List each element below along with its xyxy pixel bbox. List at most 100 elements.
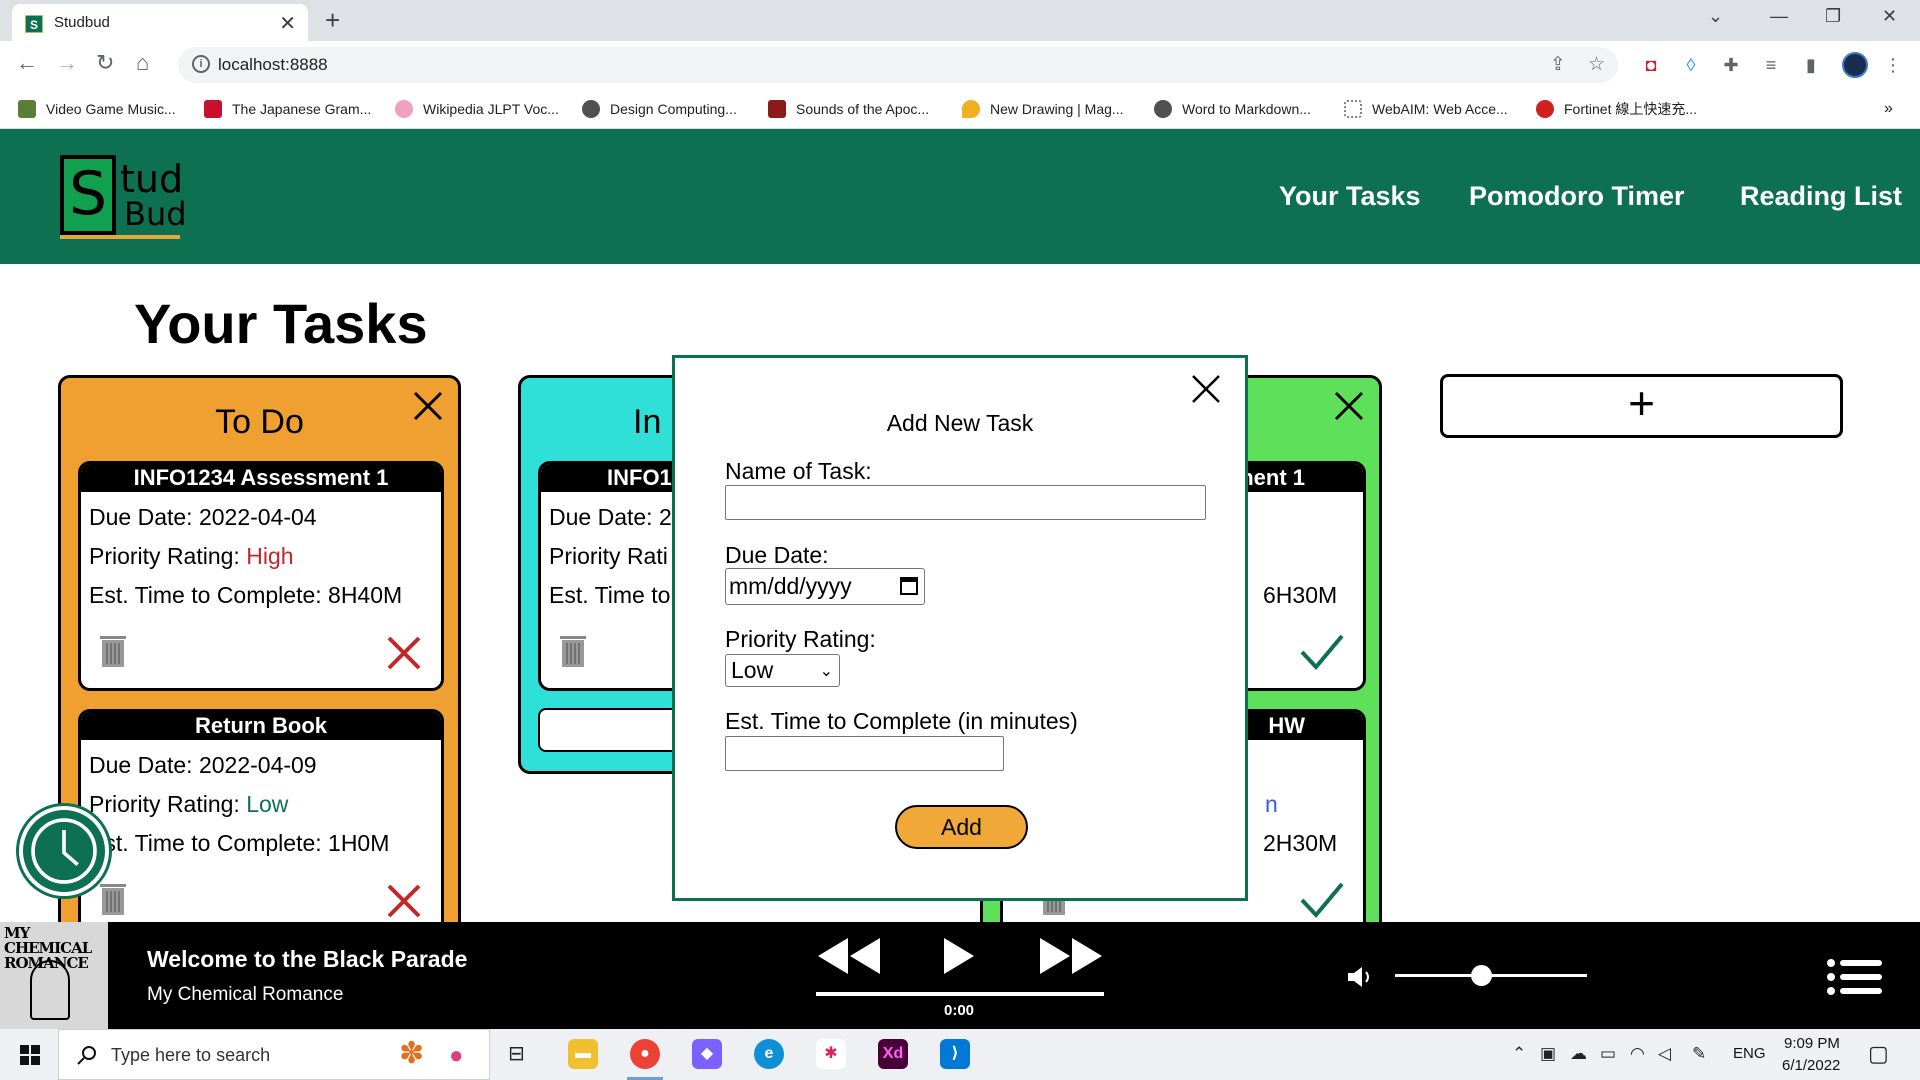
close-column-icon[interactable]	[410, 388, 446, 424]
logo-underline	[60, 235, 180, 239]
tab-close-icon[interactable]: ✕	[279, 11, 296, 36]
close-modal-icon[interactable]	[1191, 374, 1221, 404]
vscode-icon[interactable]: ⟩	[940, 1039, 970, 1069]
bookmark-item[interactable]: Design Computing...	[582, 97, 737, 121]
extensions-puzzle-icon[interactable]: ✚	[1720, 54, 1742, 76]
figma-icon[interactable]: ◆	[692, 1039, 722, 1069]
mark-incomplete-x-icon[interactable]	[385, 882, 423, 920]
clock-date[interactable]: 6/1/2022	[1782, 1057, 1840, 1074]
browser-tab[interactable]: S Studbud ✕	[12, 4, 308, 41]
bookmark-item[interactable]: Fortinet 線上快速充...	[1536, 97, 1697, 121]
chrome-icon[interactable]: ●	[630, 1039, 660, 1069]
site-info-icon[interactable]: i	[192, 55, 210, 73]
nav-reading-list[interactable]: Reading List	[1740, 181, 1902, 212]
nav-your-tasks[interactable]: Your Tasks	[1279, 181, 1421, 212]
song-title: Welcome to the Black Parade	[147, 946, 468, 972]
speaker-icon[interactable]: ◁	[1658, 1044, 1671, 1064]
progress-bar[interactable]	[816, 992, 1104, 996]
mark-incomplete-x-icon[interactable]	[385, 634, 423, 672]
share-icon[interactable]: ⇪	[1550, 53, 1566, 76]
column-title: To Do	[215, 403, 304, 441]
time-line: Est. Time to	[549, 582, 671, 608]
bookmark-star-icon[interactable]: ☆	[1588, 53, 1605, 76]
slack-icon[interactable]: ✱	[816, 1039, 846, 1069]
studbud-favicon-icon: S	[25, 15, 43, 33]
home-icon[interactable]: ⌂	[136, 50, 149, 76]
onedrive-cloud-icon[interactable]: ☁	[1570, 1044, 1587, 1064]
edge-icon[interactable]: e	[754, 1039, 784, 1069]
forward-icon[interactable]: →	[56, 50, 78, 76]
calendar-icon[interactable]	[900, 577, 918, 595]
file-explorer-icon[interactable]: ▬	[568, 1039, 598, 1069]
playlist-icon[interactable]	[1826, 958, 1882, 996]
windows-start-icon[interactable]	[20, 1045, 40, 1065]
close-column-icon[interactable]	[1331, 388, 1367, 424]
add-column-button[interactable]: +	[1440, 374, 1843, 438]
more-bookmarks-icon[interactable]: »	[1884, 97, 1893, 121]
est-time-input[interactable]	[725, 736, 1004, 771]
pen-icon[interactable]: ✎	[1692, 1044, 1706, 1064]
artist-name: My Chemical Romance	[147, 984, 344, 1005]
notifications-icon[interactable]: ▢	[1868, 1041, 1889, 1067]
browser-menu-icon[interactable]: ⋮	[1882, 54, 1904, 76]
trash-icon[interactable]	[559, 634, 587, 668]
side-panel-icon[interactable]: ▮	[1800, 54, 1822, 76]
due-date-input[interactable]: mm/dd/yyyy	[725, 568, 925, 605]
adobe-xd-icon[interactable]: Xd	[878, 1039, 908, 1069]
bookmark-item[interactable]: Sounds of the Apoc...	[768, 97, 929, 121]
bookmark-item[interactable]: WebAIM: Web Acce...	[1344, 97, 1508, 121]
nav-pomodoro-timer[interactable]: Pomodoro Timer	[1469, 181, 1685, 212]
mark-complete-check-icon[interactable]	[1299, 632, 1345, 672]
profile-avatar[interactable]	[1842, 52, 1868, 78]
wifi-icon[interactable]: ◠	[1630, 1044, 1645, 1064]
task-name-input[interactable]	[725, 485, 1206, 520]
new-tab-icon[interactable]: +	[325, 5, 340, 36]
minimize-icon[interactable]: —	[1770, 6, 1788, 27]
play-icon[interactable]	[944, 938, 974, 974]
globe-icon	[582, 100, 600, 118]
priority-select[interactable]: Low ⌄	[725, 654, 840, 687]
add-task-button[interactable]: Add	[895, 805, 1028, 849]
bookmark-item[interactable]: Video Game Music...	[18, 97, 176, 121]
modal-title: Add New Task	[886, 410, 1034, 436]
task-card[interactable]: INFO1234 Assessment 1 Due Date: 2022-04-…	[78, 461, 444, 691]
media-control-icon[interactable]: ≡	[1760, 54, 1782, 76]
trash-icon[interactable]	[99, 882, 127, 916]
browser-tab-bar: S Studbud ✕ + ⌄ — ❐ ✕	[0, 0, 1920, 41]
album-cover: MY CHEMICAL ROMANCE	[0, 922, 108, 1029]
battery-icon[interactable]: ▭	[1600, 1044, 1616, 1064]
restore-icon[interactable]: ❐	[1825, 6, 1841, 27]
show-hidden-icons-icon[interactable]: ⌃	[1512, 1044, 1526, 1064]
extension-tool-icon[interactable]: ◊	[1680, 54, 1702, 76]
extension-shield-icon[interactable]: ◘	[1640, 54, 1662, 76]
volume-icon[interactable]	[1346, 965, 1374, 989]
back-icon[interactable]: ←	[16, 50, 38, 76]
logo-bud: Bud	[124, 195, 187, 233]
bookmark-item[interactable]: Word to Markdown...	[1154, 97, 1311, 121]
omnibox[interactable]: i localhost:8888 ⇪ ☆	[178, 47, 1618, 83]
clock-time[interactable]: 9:09 PM	[1784, 1035, 1840, 1052]
studbud-logo[interactable]: S tud Bud	[60, 155, 187, 240]
taskbar-search[interactable]: Type here to search ✽ ●	[58, 1029, 490, 1080]
time-line: 6H30M	[1263, 582, 1338, 608]
task-view-icon[interactable]: ⊟	[508, 1041, 525, 1066]
meet-icon[interactable]: ▣	[1540, 1044, 1556, 1064]
tab-search-icon[interactable]: ⌄	[1708, 6, 1723, 27]
bookmark-favicon-icon	[962, 100, 980, 118]
bookmark-item[interactable]: Wikipedia JLPT Voc...	[395, 97, 559, 121]
address-bar-row: ← → ↻ ⌂ i localhost:8888 ⇪ ☆ ◘ ◊ ✚ ≡ ▮ ⋮	[0, 41, 1920, 89]
bookmark-item[interactable]: The Japanese Gram...	[204, 97, 371, 121]
reload-icon[interactable]: ↻	[96, 50, 114, 76]
rewind-icon[interactable]	[818, 938, 880, 974]
mark-complete-check-icon[interactable]	[1299, 880, 1345, 920]
fast-forward-icon[interactable]	[1040, 938, 1102, 974]
url-text[interactable]: localhost:8888	[218, 55, 328, 75]
language-indicator[interactable]: ENG	[1733, 1045, 1766, 1062]
trash-icon[interactable]	[99, 634, 127, 668]
logo-s: S	[60, 155, 116, 235]
volume-slider-handle[interactable]	[1471, 965, 1493, 986]
clock-icon[interactable]	[19, 806, 109, 896]
task-card[interactable]: Return Book Due Date: 2022-04-09 Priorit…	[78, 709, 444, 939]
window-close-icon[interactable]: ✕	[1882, 6, 1897, 27]
bookmark-item[interactable]: New Drawing | Mag...	[962, 97, 1124, 121]
